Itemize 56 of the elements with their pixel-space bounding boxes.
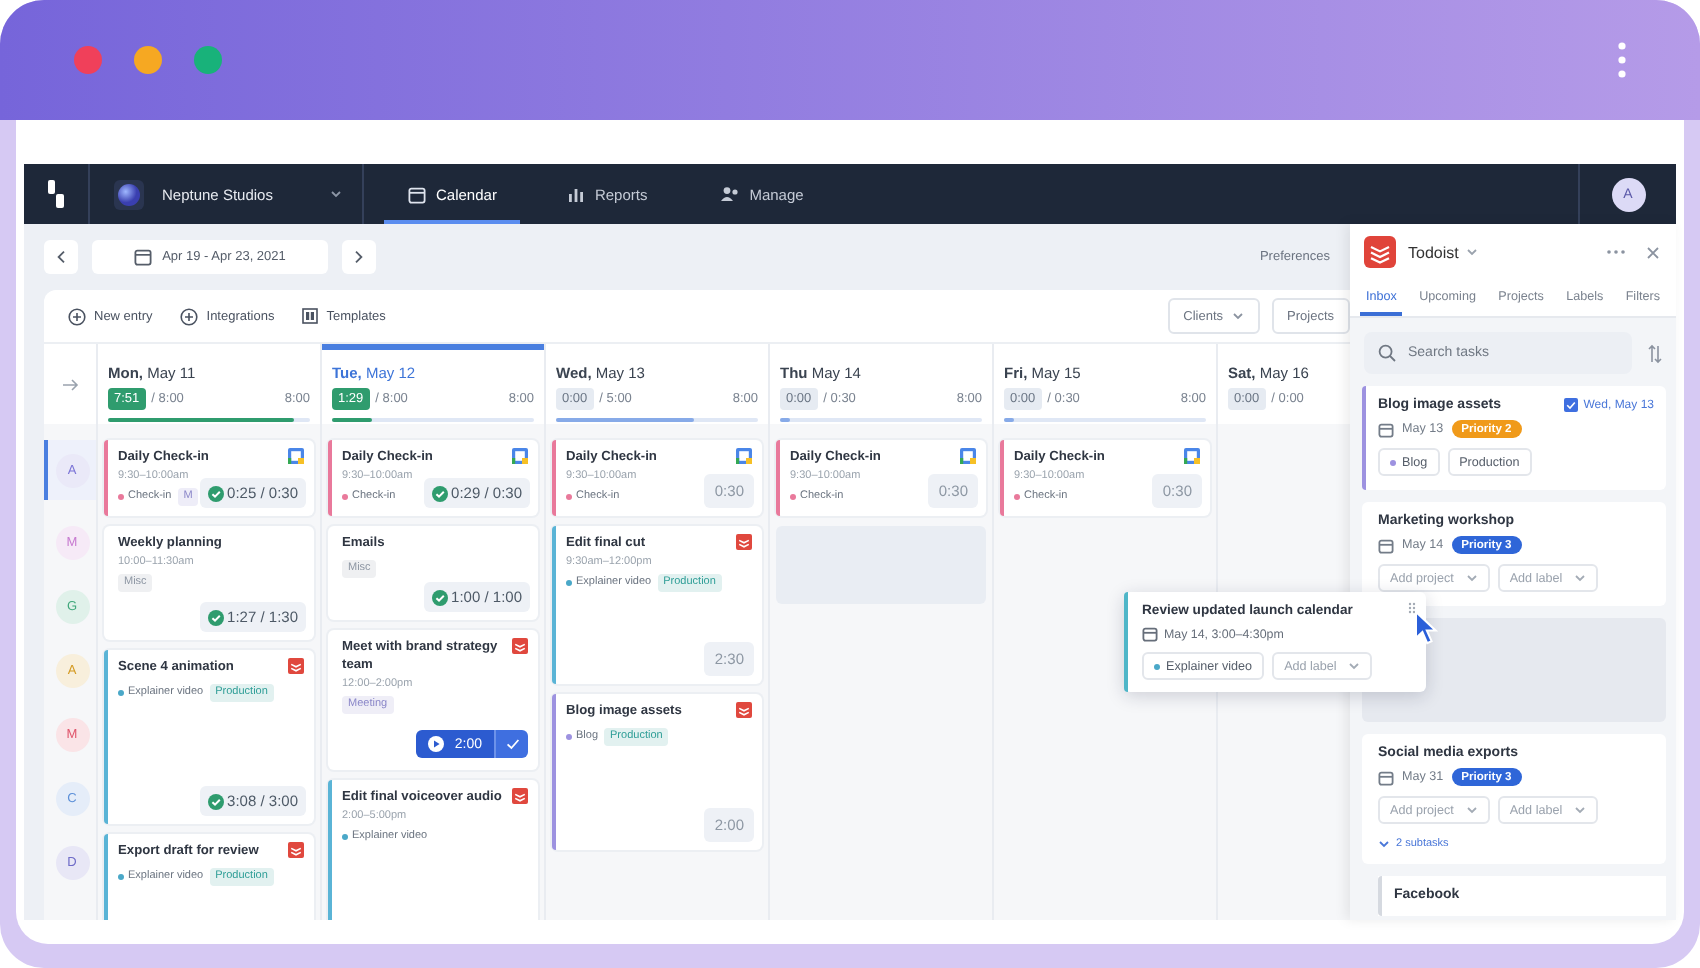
calendar-icon (1142, 626, 1158, 642)
close-icon[interactable] (1646, 245, 1660, 259)
caret-icon (1574, 574, 1587, 582)
caret-icon (1348, 662, 1361, 670)
workspace-icon (114, 179, 144, 209)
people-icon (719, 186, 740, 202)
chevron-right-icon (354, 250, 364, 264)
previous-button[interactable] (44, 240, 78, 274)
checkbox-icon (1563, 398, 1578, 412)
caret-icon (1378, 840, 1390, 848)
calendar-icon (1378, 421, 1394, 437)
app-icon (736, 702, 752, 718)
caret-icon (1466, 248, 1479, 256)
logo-icon[interactable] (46, 180, 66, 208)
caret-icon (1574, 806, 1587, 814)
app-icon (288, 842, 304, 858)
caret-icon (330, 190, 342, 198)
calendar-icon (408, 185, 426, 203)
calendar-icon (736, 448, 752, 464)
grip-icon[interactable] (1408, 602, 1416, 614)
play-icon (428, 736, 445, 752)
calendar-icon (288, 448, 304, 464)
caret-icon (1465, 574, 1478, 582)
check-icon (431, 589, 448, 605)
calendar-icon (1378, 769, 1394, 785)
app-logo-icon (1364, 236, 1396, 268)
complete-button[interactable] (494, 730, 528, 758)
calendar-icon (1378, 537, 1394, 553)
search-icon (1378, 344, 1396, 362)
check-icon (207, 793, 224, 809)
add-icon (180, 307, 199, 325)
check-icon (207, 485, 224, 501)
check-icon (431, 485, 448, 501)
check-icon (505, 738, 519, 750)
calendar-icon (134, 248, 153, 266)
next-button[interactable] (342, 240, 376, 274)
app-icon (512, 788, 528, 804)
sort-icon[interactable] (1648, 343, 1662, 363)
minimize-button[interactable] (134, 46, 162, 74)
add-icon (68, 307, 86, 325)
app-icon (736, 534, 752, 550)
app-switcher[interactable]: Todoist (1408, 243, 1479, 261)
calendar-icon (960, 448, 976, 464)
more-icon[interactable] (1606, 248, 1626, 256)
check-icon (207, 609, 224, 625)
calendar-icon (1184, 448, 1200, 464)
arrow-icon[interactable] (61, 377, 79, 391)
caret-icon (1465, 806, 1478, 814)
template-icon (302, 308, 319, 324)
calendar-icon (512, 448, 528, 464)
more-icon[interactable] (1618, 42, 1626, 78)
chart-icon (568, 186, 585, 202)
zoom-button[interactable] (194, 46, 222, 74)
chevron-left-icon (56, 250, 66, 264)
app-icon (288, 658, 304, 674)
app-icon (512, 638, 528, 654)
